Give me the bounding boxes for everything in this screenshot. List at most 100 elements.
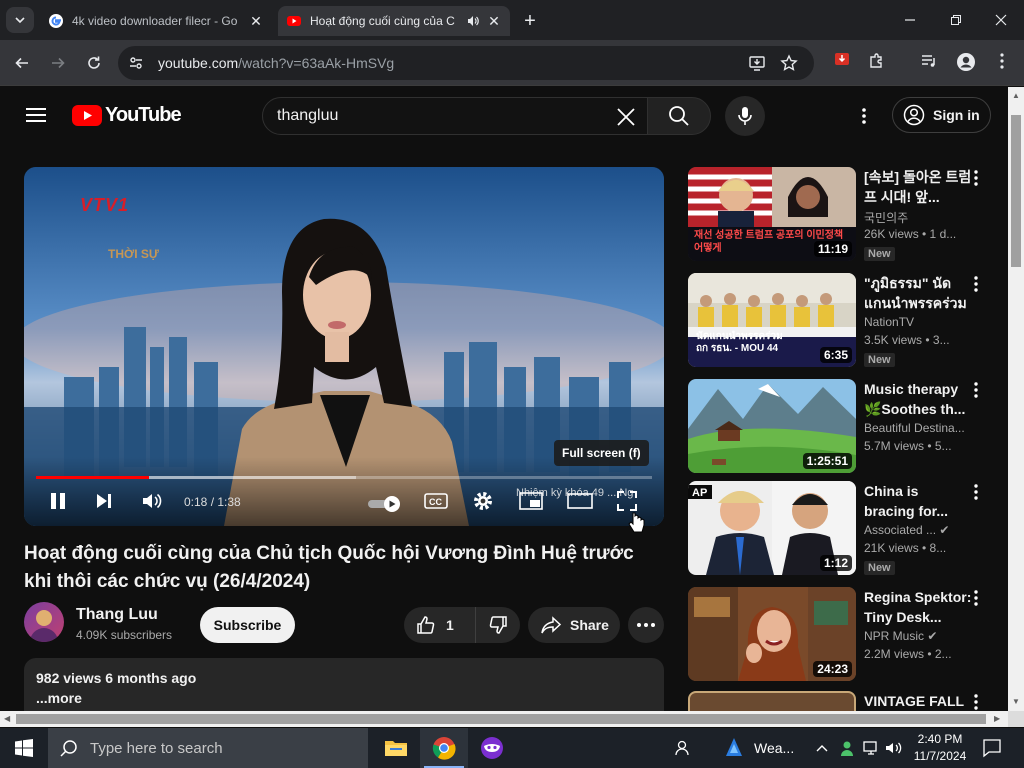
close-window-button[interactable] <box>979 6 1023 34</box>
video-player[interactable]: VTV1 THỜI SỰ Full screen (f) Nhiệm kỳ kh… <box>24 167 664 526</box>
item-kebab-icon[interactable] <box>968 381 984 399</box>
sign-in-button[interactable]: Sign in <box>892 97 991 133</box>
close-icon[interactable]: ✕ <box>484 11 504 31</box>
channel-avatar[interactable] <box>24 602 64 642</box>
forward-button[interactable] <box>46 51 70 75</box>
video-title[interactable]: Regina Spektor: Tiny Desk... <box>864 587 972 627</box>
scroll-down-icon[interactable]: ▼ <box>1012 697 1020 706</box>
taskbar-search[interactable]: Type here to search <box>48 728 368 768</box>
pause-button[interactable] <box>48 489 68 513</box>
video-thumbnail[interactable]: 1:25:51 <box>688 379 856 473</box>
scrollbar-thumb[interactable] <box>16 714 986 724</box>
hamburger-menu-icon[interactable] <box>24 106 48 124</box>
like-button[interactable]: 1 <box>404 607 476 643</box>
channel-name[interactable]: 국민의주 <box>864 209 968 226</box>
file-explorer-button[interactable] <box>372 728 420 768</box>
tab-youtube[interactable]: Hoạt động cuối cùng của C ✕ <box>278 6 510 36</box>
video-title[interactable]: VINTAGE FALL <box>864 691 972 711</box>
description-box[interactable]: 982 views 6 months ago ...more <box>24 658 664 713</box>
network-icon[interactable] <box>862 728 880 768</box>
channel-name[interactable]: NPR Music ✔ <box>864 629 968 643</box>
theater-mode-button[interactable] <box>567 489 593 513</box>
bookmark-star-icon[interactable] <box>780 54 798 72</box>
taskbar-clock[interactable]: 2:40 PM 11/7/2024 <box>908 731 972 765</box>
settings-kebab-icon[interactable] <box>854 106 874 126</box>
video-title[interactable]: Music therapy 🌿Soothes th... <box>864 379 972 419</box>
install-app-icon[interactable] <box>748 54 766 72</box>
site-info-icon[interactable] <box>128 55 144 71</box>
scrollbar-thumb[interactable] <box>1011 115 1021 267</box>
recommendation-item[interactable]: 재선 성공한 트럼프 공포의 이민정책 어떻게 11:19 [속보] 돌아온 트… <box>688 167 1000 262</box>
scroll-up-icon[interactable]: ▲ <box>1012 91 1020 100</box>
video-title[interactable]: "ภูมิธรรม" นัดแกนนำพรรคร่วมถก... <box>864 273 972 313</box>
item-kebab-icon[interactable] <box>968 483 984 501</box>
item-kebab-icon[interactable] <box>968 275 984 293</box>
restore-button[interactable] <box>934 6 978 34</box>
address-bar[interactable]: youtube.com/watch?v=63aAk-HmSVg <box>118 46 814 80</box>
recommendation-item[interactable]: นัดแกนนำพรรคร่วม ถก รธน. - MOU 44 6:35 "… <box>688 273 1000 368</box>
item-kebab-icon[interactable] <box>968 693 984 711</box>
video-thumbnail[interactable]: 24:23 <box>688 587 856 681</box>
reload-button[interactable] <box>82 51 106 75</box>
dislike-button[interactable] <box>476 615 520 635</box>
voice-search-button[interactable] <box>725 96 765 136</box>
share-button[interactable]: Share <box>528 607 620 643</box>
progress-bar[interactable] <box>36 476 652 479</box>
new-tab-button[interactable]: + <box>518 10 542 32</box>
tab-search-button[interactable] <box>6 7 34 33</box>
minimize-button[interactable] <box>888 6 932 34</box>
mute-button[interactable] <box>140 489 162 513</box>
miniplayer-button[interactable] <box>519 489 543 513</box>
more-link[interactable]: ...more <box>36 690 652 706</box>
fullscreen-button[interactable] <box>616 489 638 513</box>
start-button[interactable] <box>0 728 48 768</box>
settings-button[interactable] <box>472 489 494 513</box>
show-hidden-icons[interactable] <box>816 728 828 768</box>
youtube-logo[interactable]: YouTube <box>72 104 182 127</box>
video-thumbnail[interactable]: 재선 성공한 트럼프 공포의 이민정책 어떻게 11:19 <box>688 167 856 261</box>
extensions-puzzle-icon[interactable] <box>868 52 886 70</box>
channel-name[interactable]: Beautiful Destina... <box>864 421 968 435</box>
recommendation-item[interactable]: VINTAGE FALL <box>688 691 1000 713</box>
channel-name[interactable]: NationTV <box>864 315 968 329</box>
scroll-left-icon[interactable]: ◀ <box>4 714 10 723</box>
autoplay-toggle[interactable] <box>368 492 404 516</box>
volume-tray-icon[interactable] <box>884 728 904 768</box>
more-actions-button[interactable] <box>628 607 664 643</box>
weather-widget[interactable]: Wea... <box>722 728 794 768</box>
app-taskbar-button[interactable] <box>468 728 516 768</box>
close-icon[interactable]: ✕ <box>246 11 266 31</box>
item-kebab-icon[interactable] <box>968 589 984 607</box>
video-thumbnail[interactable]: AP 1:12 <box>688 481 856 575</box>
horizontal-scrollbar[interactable]: ◀ ▶ <box>0 711 1008 727</box>
next-button[interactable] <box>94 489 114 513</box>
recommendation-item[interactable]: 1:25:51 Music therapy 🌿Soothes th... Bea… <box>688 379 1000 474</box>
search-button[interactable] <box>647 97 711 135</box>
chrome-taskbar-button[interactable] <box>420 728 468 768</box>
recommendation-item[interactable]: 24:23 Regina Spektor: Tiny Desk... NPR M… <box>688 587 1000 682</box>
recommendation-item[interactable]: AP 1:12 China is bracing for... Associat… <box>688 481 1000 576</box>
subscribe-button[interactable]: Subscribe <box>200 607 295 643</box>
notification-center-icon[interactable] <box>982 738 1002 758</box>
video-title[interactable]: China is bracing for... <box>864 481 972 521</box>
speaker-icon[interactable] <box>466 14 480 28</box>
user-status-icon[interactable] <box>838 728 856 768</box>
channel-name[interactable]: Thang Luu <box>76 606 158 624</box>
channel-name[interactable]: Associated ... ✔ <box>864 523 968 537</box>
people-icon[interactable] <box>674 728 692 768</box>
profile-icon[interactable] <box>956 52 976 72</box>
back-button[interactable] <box>10 51 34 75</box>
scroll-right-icon[interactable]: ▶ <box>994 714 1000 723</box>
video-thumbnail[interactable] <box>688 691 856 713</box>
vertical-scrollbar[interactable]: ▲ ▼ <box>1008 87 1024 713</box>
video-thumbnail[interactable]: นัดแกนนำพรรคร่วม ถก รธน. - MOU 44 6:35 <box>688 273 856 367</box>
captions-button[interactable]: CC <box>424 489 448 513</box>
video-title[interactable]: [속보] 돌아온 트럼프 시대! 앞... <box>864 167 972 207</box>
media-control-icon[interactable] <box>920 52 938 70</box>
tab-google-search[interactable]: 4k video downloader filecr - Go ✕ <box>40 6 272 36</box>
browser-menu-icon[interactable] <box>994 52 1010 70</box>
extension-downloader-icon[interactable] <box>834 52 850 68</box>
search-input[interactable] <box>277 106 597 126</box>
item-kebab-icon[interactable] <box>968 169 984 187</box>
clear-search-icon[interactable] <box>615 106 637 128</box>
